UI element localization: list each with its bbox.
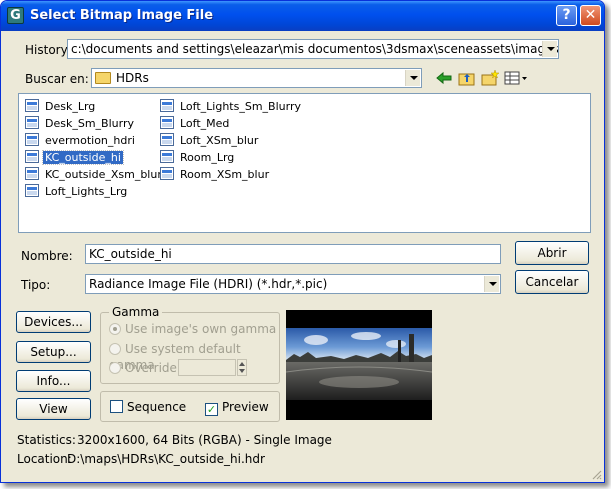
radio-button <box>109 323 121 335</box>
app-logo-icon: G <box>7 7 24 24</box>
image-file-icon <box>25 99 41 113</box>
help-icon: ? <box>562 7 571 23</box>
devices-button[interactable]: Devices... <box>16 311 91 333</box>
lookin-label: Buscar en: <box>25 72 89 86</box>
file-item-loft-xsm-blur[interactable]: Loft_XSm_blur <box>160 133 260 149</box>
history-label: History: <box>25 43 71 57</box>
file-item-desk-sm-blurry[interactable]: Desk_Sm_Blurry <box>25 116 136 132</box>
image-file-icon <box>160 116 176 130</box>
location-value: D:\maps\HDRs\KC_outside_hi.hdr <box>67 452 265 466</box>
close-button[interactable]: ✕ <box>580 5 601 26</box>
file-item-kc-outside-hi[interactable]: KC_outside_hi <box>25 150 124 166</box>
file-item-loft-lights-sm-blurry[interactable]: Loft_Lights_Sm_Blurry <box>160 99 303 115</box>
new-folder-icon[interactable] <box>480 69 500 87</box>
resize-grip-icon[interactable] <box>590 468 602 480</box>
file-name: KC_outside_hi <box>42 150 124 165</box>
preview-label: Preview <box>222 400 269 414</box>
image-preview <box>286 310 432 420</box>
file-item-desk-lrg[interactable]: Desk_Lrg <box>25 99 97 115</box>
file-item-loft-med[interactable]: Loft_Med <box>160 116 231 132</box>
app-logo-glyph: G <box>10 8 21 23</box>
file-item-loft-lights-lrg[interactable]: Loft_Lights_Lrg <box>25 184 129 200</box>
file-list[interactable]: Desk_Lrg Desk_Sm_Blurry evermotion_hdri … <box>18 93 591 233</box>
sequence-checkbox[interactable]: Sequence <box>110 400 186 414</box>
file-item-evermotion-hdri[interactable]: evermotion_hdri <box>25 133 137 149</box>
radio-label: Use image's own gamma <box>125 322 277 336</box>
filename-input[interactable]: KC_outside_hi <box>85 244 501 264</box>
image-file-icon <box>160 167 176 181</box>
radio-button <box>109 362 121 374</box>
view-button[interactable]: View <box>16 398 91 420</box>
statistics-label: Statistics: <box>17 433 76 447</box>
lookin-value: HDRs <box>116 71 149 85</box>
title-bar[interactable]: G Select Bitmap Image File ? ✕ <box>1 1 604 31</box>
options-group: Sequence ✓ Preview <box>100 391 280 422</box>
image-file-icon <box>25 133 41 147</box>
info-button[interactable]: Info... <box>16 370 91 392</box>
file-item-kc-outside-xsm-blur[interactable]: KC_outside_Xsm_blur <box>25 167 164 183</box>
help-button[interactable]: ? <box>556 5 577 26</box>
back-arrow-icon[interactable] <box>434 69 454 87</box>
location-label: Location: <box>17 452 72 466</box>
radio-override-gamma[interactable]: Override <box>109 360 177 376</box>
file-name: Room_Lrg <box>180 151 235 164</box>
override-gamma-input[interactable] <box>178 359 236 376</box>
image-file-icon <box>25 167 41 181</box>
setup-button[interactable]: Setup... <box>16 341 91 363</box>
sequence-label: Sequence <box>127 400 187 414</box>
chevron-down-icon[interactable] <box>405 70 420 86</box>
select-bitmap-dialog: G Select Bitmap Image File ? ✕ History: … <box>0 0 605 483</box>
hdr-panorama-thumbnail <box>286 310 432 420</box>
gamma-group-title: Gamma <box>109 305 163 319</box>
image-file-icon <box>25 150 41 164</box>
cancel-button[interactable]: Cancelar <box>515 270 589 294</box>
image-file-icon <box>160 133 176 147</box>
radio-system-gamma[interactable]: Use system default gamma <box>109 341 279 372</box>
override-gamma-spinner[interactable] <box>237 359 247 376</box>
history-value: c:\documents and settings\eleazar\mis do… <box>71 42 559 56</box>
image-file-icon <box>160 99 176 113</box>
filetype-value: Radiance Image File (HDRI) (*.hdr,*.pic) <box>89 277 328 291</box>
file-name: Room_XSm_blur <box>180 168 270 181</box>
gamma-group: Gamma Use image's own gamma Use system d… <box>100 305 280 384</box>
image-file-icon <box>160 150 176 164</box>
file-name: Loft_XSm_blur <box>180 134 259 147</box>
history-dropdown[interactable]: c:\documents and settings\eleazar\mis do… <box>67 39 559 59</box>
open-button[interactable]: Abrir <box>515 241 589 265</box>
folder-icon <box>95 72 111 84</box>
radio-own-gamma[interactable]: Use image's own gamma <box>109 321 276 337</box>
chevron-down-icon[interactable] <box>484 276 499 292</box>
filetype-label: Tipo: <box>21 278 51 292</box>
file-name: Loft_Med <box>180 117 230 130</box>
file-name: Desk_Lrg <box>45 100 96 113</box>
image-file-icon <box>25 184 41 198</box>
image-file-icon <box>25 116 41 130</box>
statistics-value: 3200x1600, 64 Bits (RGBA) - Single Image <box>77 433 332 447</box>
chevron-down-icon[interactable] <box>542 41 557 57</box>
sequence-check-box <box>110 400 123 413</box>
file-name: KC_outside_Xsm_blur <box>45 168 162 181</box>
filename-value: KC_outside_hi <box>89 247 172 261</box>
spinner-arrows-icon <box>239 362 245 373</box>
close-icon: ✕ <box>584 7 597 23</box>
checkmark-icon: ✓ <box>205 403 218 416</box>
radio-button <box>109 343 121 355</box>
file-item-room-lrg[interactable]: Room_Lrg <box>160 150 236 166</box>
file-name: Loft_Lights_Lrg <box>45 185 128 198</box>
preview-checkbox[interactable]: ✓ Preview <box>205 400 269 416</box>
filetype-dropdown[interactable]: Radiance Image File (HDRI) (*.hdr,*.pic) <box>85 274 501 294</box>
up-folder-icon[interactable] <box>457 69 477 87</box>
file-name: evermotion_hdri <box>45 134 135 147</box>
filename-label: Nombre: <box>21 249 73 263</box>
radio-label: Override <box>125 361 177 375</box>
view-menu-icon[interactable] <box>503 69 529 87</box>
file-name: Desk_Sm_Blurry <box>45 117 134 130</box>
lookin-dropdown[interactable]: HDRs <box>91 68 422 88</box>
file-item-room-xsm-blur[interactable]: Room_XSm_blur <box>160 167 271 183</box>
window-title: Select Bitmap Image File <box>30 8 214 23</box>
file-name: Loft_Lights_Sm_Blurry <box>180 100 301 113</box>
